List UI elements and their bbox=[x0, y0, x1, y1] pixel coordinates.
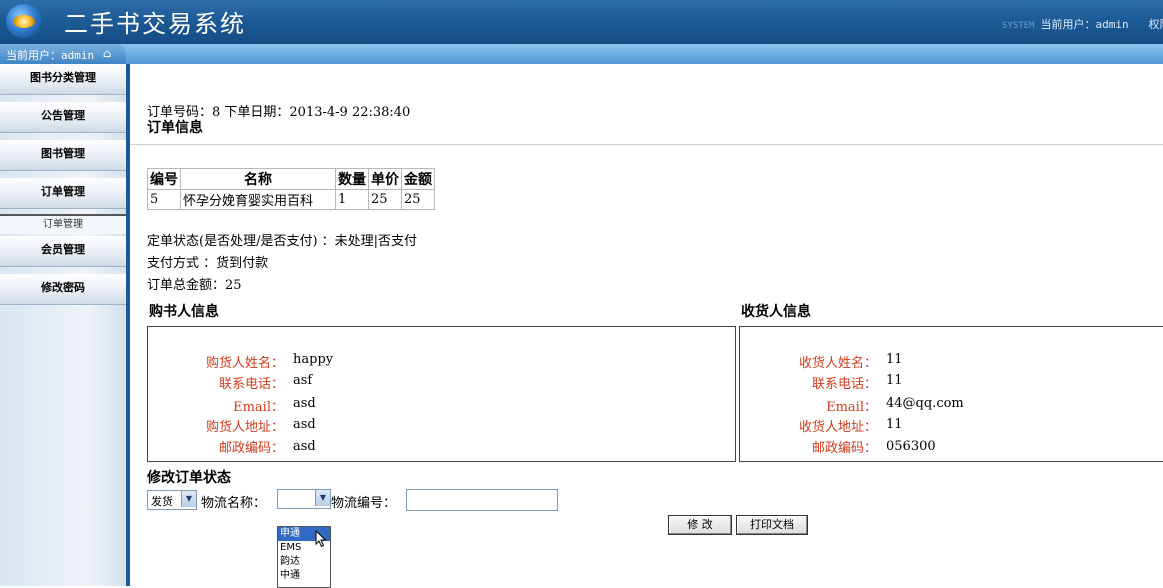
buyer-zip-label: 邮政编码： bbox=[218, 441, 284, 456]
header-faded-text: SYSTEM bbox=[1002, 21, 1035, 31]
receiver-zip-label: 邮政编码： bbox=[811, 441, 877, 456]
order-total: 订单总金额：25 bbox=[147, 278, 242, 293]
receiver-name-label: 收货人姓名： bbox=[798, 356, 877, 371]
chevron-down-icon[interactable]: ▼ bbox=[315, 490, 330, 506]
col-header-amount: 金额 bbox=[401, 168, 435, 190]
buyer-name-value: happy bbox=[293, 352, 334, 367]
chevron-down-icon[interactable]: ▼ bbox=[181, 491, 196, 507]
app-header: 二手书交易系统 SYSTEM 当前用户：admin 权限 bbox=[0, 0, 1163, 44]
sidebar-item-announcements[interactable]: 公告管理 bbox=[0, 102, 126, 133]
receiver-phone-value: 11 bbox=[886, 373, 903, 388]
buyer-info-title: 购书人信息 bbox=[149, 304, 219, 320]
col-header-qty: 数量 bbox=[335, 168, 369, 190]
col-header-id: 编号 bbox=[147, 168, 181, 190]
cell-amount: 25 bbox=[401, 189, 435, 210]
print-document-button[interactable]: 打印文档 bbox=[736, 515, 808, 535]
cell-name: 怀孕分娩育婴实用百科 bbox=[180, 189, 336, 210]
col-header-price: 单价 bbox=[368, 168, 402, 190]
order-section-title: 订单信息 bbox=[147, 120, 203, 136]
order-status-select-value: 发货 bbox=[151, 495, 173, 508]
order-items-table: 编号 名称 数量 单价 金额 5 怀孕分娩育婴实用百科 1 25 25 bbox=[147, 168, 435, 210]
receiver-address-label: 收货人地址： bbox=[798, 420, 877, 435]
main-content: 订单号码：8 下单日期：2013-4-9 22:38:40 订单信息 编号 名称… bbox=[130, 64, 1163, 588]
table-row: 5 怀孕分娩育婴实用百科 1 25 25 bbox=[147, 189, 435, 210]
receiver-address-value: 11 bbox=[886, 417, 903, 432]
receiver-name-value: 11 bbox=[886, 352, 903, 367]
sub-bar bbox=[0, 44, 1163, 64]
receiver-email-value: 44@qq.com bbox=[886, 396, 964, 411]
buyer-address-value: asd bbox=[293, 417, 316, 432]
order-status: 定单状态(是否处理/是否支付) ：未处理|否支付 bbox=[147, 234, 418, 249]
tracking-number-input[interactable] bbox=[406, 489, 558, 511]
sidebar-subitem-order-management[interactable]: 订单管理 bbox=[0, 214, 126, 234]
buyer-zip-value: asd bbox=[293, 439, 316, 454]
logistics-name-select[interactable]: ▼ bbox=[277, 489, 331, 509]
payment-method: 支付方式 ：货到付款 bbox=[147, 256, 269, 271]
home-icon[interactable]: ⌂ bbox=[103, 48, 115, 60]
buyer-email-value: asd bbox=[293, 396, 316, 411]
buyer-address-label: 购货人地址： bbox=[205, 420, 284, 435]
tracking-number-label: 物流编号： bbox=[331, 496, 397, 511]
order-status-select[interactable]: 发货 ▼ bbox=[147, 490, 197, 510]
subbar-user-label: 当前用户：admin bbox=[6, 49, 95, 62]
dropdown-option[interactable]: 韵达 bbox=[278, 555, 330, 569]
sidebar-item-orders[interactable]: 订单管理 bbox=[0, 178, 126, 209]
buyer-phone-value: asf bbox=[293, 373, 313, 388]
header-current-user: 当前用户：admin bbox=[1040, 18, 1129, 31]
app-logo bbox=[6, 4, 42, 38]
section-divider bbox=[130, 144, 1163, 145]
buyer-email-label: Email： bbox=[233, 400, 284, 415]
header-trailing-text: 权限 bbox=[1148, 18, 1163, 31]
receiver-info-title: 收货人信息 bbox=[741, 304, 811, 320]
buyer-phone-label: 联系电话： bbox=[218, 377, 284, 392]
sidebar-item-book-category[interactable]: 图书分类管理 bbox=[0, 64, 126, 95]
modify-button[interactable]: 修 改 bbox=[668, 515, 732, 535]
receiver-zip-value: 056300 bbox=[886, 439, 936, 454]
update-status-title: 修改订单状态 bbox=[147, 470, 231, 486]
mouse-pointer-icon bbox=[315, 530, 327, 548]
cell-qty: 1 bbox=[335, 189, 369, 210]
logistics-name-label: 物流名称： bbox=[201, 496, 267, 511]
subbar-user-tab: 当前用户：admin ⌂ bbox=[0, 44, 126, 64]
receiver-email-label: Email： bbox=[826, 400, 877, 415]
table-header-row: 编号 名称 数量 单价 金额 bbox=[147, 168, 435, 190]
system-title: 二手书交易系统 bbox=[64, 10, 246, 38]
sidebar-item-members[interactable]: 会员管理 bbox=[0, 236, 126, 267]
receiver-phone-label: 联系电话： bbox=[811, 377, 877, 392]
dropdown-option[interactable]: 中通 bbox=[278, 569, 330, 583]
sidebar-item-change-password[interactable]: 修改密码 bbox=[0, 274, 126, 305]
buyer-name-label: 购货人姓名： bbox=[205, 356, 284, 371]
cell-price: 25 bbox=[368, 189, 402, 210]
sidebar-item-books[interactable]: 图书管理 bbox=[0, 140, 126, 171]
buyer-info-box: 购货人姓名： happy 联系电话： asf Email： asd 购货人地址：… bbox=[147, 326, 736, 462]
header-user-info: SYSTEM 当前用户：admin 权限 bbox=[1002, 16, 1163, 32]
col-header-name: 名称 bbox=[180, 168, 336, 190]
receiver-info-box: 收货人姓名： 11 联系电话： 11 Email： 44@qq.com 收货人地… bbox=[739, 326, 1163, 462]
cell-id: 5 bbox=[147, 189, 181, 210]
